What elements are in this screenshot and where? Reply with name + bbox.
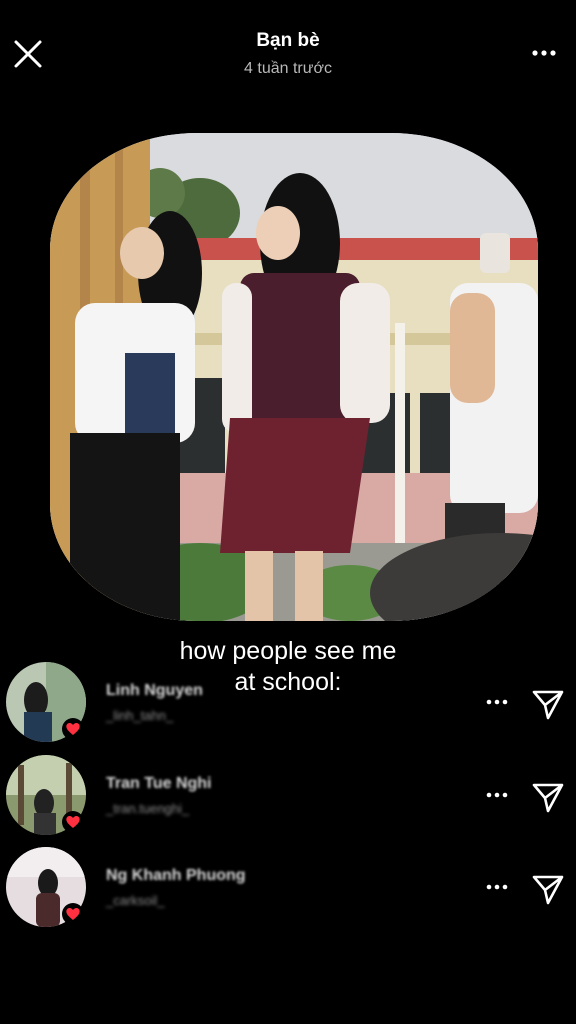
header-title: Bạn bè — [256, 30, 320, 51]
send-button[interactable] — [530, 871, 566, 907]
more-horizontal-icon — [532, 50, 556, 56]
friend-handle: _linh_tahn_ — [106, 708, 174, 723]
friend-more-button[interactable] — [480, 877, 514, 897]
heart-icon — [66, 816, 80, 828]
friend-name: Tran Tue Nghi — [106, 775, 212, 792]
friend-handle: _tran.tuenghi_ — [106, 801, 190, 816]
friend-row[interactable]: Tran Tue Nghi _tran.tuenghi_ — [0, 755, 576, 841]
more-options-button[interactable] — [526, 40, 562, 66]
heart-icon — [66, 723, 80, 735]
friend-name: Ng Khanh Phuong — [106, 867, 246, 884]
send-icon — [532, 783, 564, 813]
reaction-badge — [62, 903, 84, 925]
more-horizontal-icon — [486, 792, 508, 798]
post-photo[interactable] — [50, 133, 538, 621]
caption-line-1: how people see me — [179, 637, 397, 665]
photo-image — [50, 133, 538, 621]
send-button[interactable] — [530, 779, 566, 815]
friend-row[interactable]: Ng Khanh Phuong _carksoil_ — [0, 847, 576, 933]
friend-handle: _carksoil_ — [106, 893, 165, 908]
heart-icon — [66, 908, 80, 920]
reaction-badge — [62, 718, 84, 740]
caption-line-2: at school: — [234, 668, 342, 696]
post-caption: how people see me at school: — [0, 636, 576, 698]
more-horizontal-icon — [486, 884, 508, 890]
reaction-badge — [62, 811, 84, 833]
header-timestamp: 4 tuần trước — [244, 60, 332, 77]
friend-more-button[interactable] — [480, 785, 514, 805]
header: Bạn bè 4 tuần trước — [0, 0, 576, 100]
send-icon — [532, 875, 564, 905]
friend-avatar-wrap — [0, 847, 90, 933]
friend-avatar-wrap — [0, 755, 90, 841]
